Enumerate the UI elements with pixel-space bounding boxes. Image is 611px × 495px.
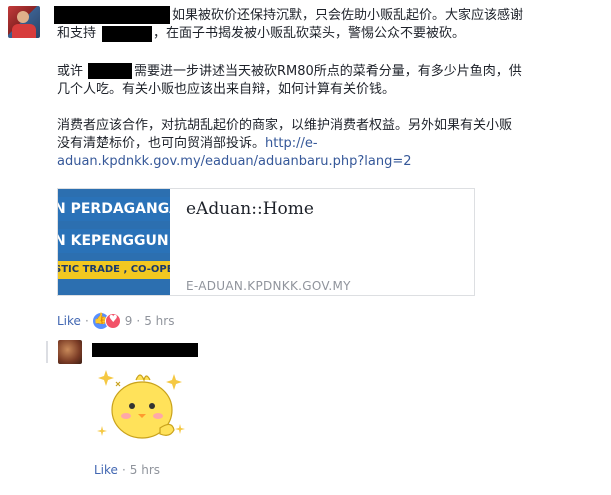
comment-line-5: 消费者应该合作，对抗胡乱起价的商家，以维护消费者权益。另外如果有关小贩 xyxy=(57,118,513,133)
link-preview-image[interactable]: N PERDAGANGA N KEPENGGUN STIC TRADE , CO… xyxy=(58,189,170,295)
comment-line-1: 如果被砍价还保持沉默，只会佐助小贩乱起价。大家应该感谢 xyxy=(172,8,524,23)
commenter-avatar[interactable] xyxy=(8,6,40,38)
reply-thread-line xyxy=(46,341,48,363)
complaint-link-part2[interactable]: aduan.kpdnkk.gov.my/eaduan/aduanbaru.php… xyxy=(57,153,412,171)
like-button[interactable]: Like xyxy=(57,314,81,328)
redacted-name-3 xyxy=(88,63,132,79)
redacted-replier-name[interactable] xyxy=(92,343,198,357)
preview-image-text-3: STIC TRADE , CO-OPERAT xyxy=(58,264,170,275)
comment-line-6: 没有清楚标价，也可向贸消部投诉。http://e- xyxy=(57,135,318,153)
link-preview-card[interactable]: N PERDAGANGA N KEPENGGUN STIC TRADE , CO… xyxy=(57,188,475,296)
reply-timestamp[interactable]: 5 hrs xyxy=(130,463,160,477)
redacted-name-2 xyxy=(102,26,152,42)
replier-avatar[interactable] xyxy=(58,340,82,364)
comment-line-3a: 或许 xyxy=(57,64,84,79)
comment-line-2b: ，在面子书揭发被小贩乱砍菜头，警惕公众不要被砍。 xyxy=(153,26,466,41)
avatar-shirt xyxy=(12,24,36,38)
separator: · xyxy=(136,314,141,328)
comment-line-6-text: 没有清楚标价，也可向贸消部投诉。 xyxy=(57,136,266,151)
complaint-link-part1[interactable]: http://e- xyxy=(265,136,318,151)
preview-image-text-2: N KEPENGGUN xyxy=(58,233,169,249)
separator: · xyxy=(84,314,89,328)
redacted-commenter-name[interactable] xyxy=(54,6,170,24)
avatar-head xyxy=(17,11,29,23)
link-preview-title[interactable]: eAduan::Home xyxy=(186,199,314,219)
separator: · xyxy=(121,463,126,477)
comment-timestamp[interactable]: 5 hrs xyxy=(144,314,174,328)
comment-line-4: 几个人吃。有关小贩也应该出来自辩，如何计算有关价钱。 xyxy=(57,82,396,97)
chick-sticker-icon xyxy=(97,370,185,439)
reply-actions: Like · 5 hrs xyxy=(94,463,160,477)
link-preview-domain: E-ADUAN.KPDNKK.GOV.MY xyxy=(186,279,351,293)
reaction-count[interactable]: 9 xyxy=(125,314,133,328)
comment-actions: Like · 9 · 5 hrs xyxy=(57,312,174,329)
preview-image-text-1: N PERDAGANGA xyxy=(58,201,170,217)
reply-like-button[interactable]: Like xyxy=(94,463,118,477)
love-reaction-icon[interactable] xyxy=(104,313,121,329)
comment-line-2a: 和支持 xyxy=(57,26,97,41)
comment-line-3b: 需要进一步讲述当天被砍RM80所点的菜肴分量，有多少片鱼肉，供 xyxy=(134,64,522,79)
